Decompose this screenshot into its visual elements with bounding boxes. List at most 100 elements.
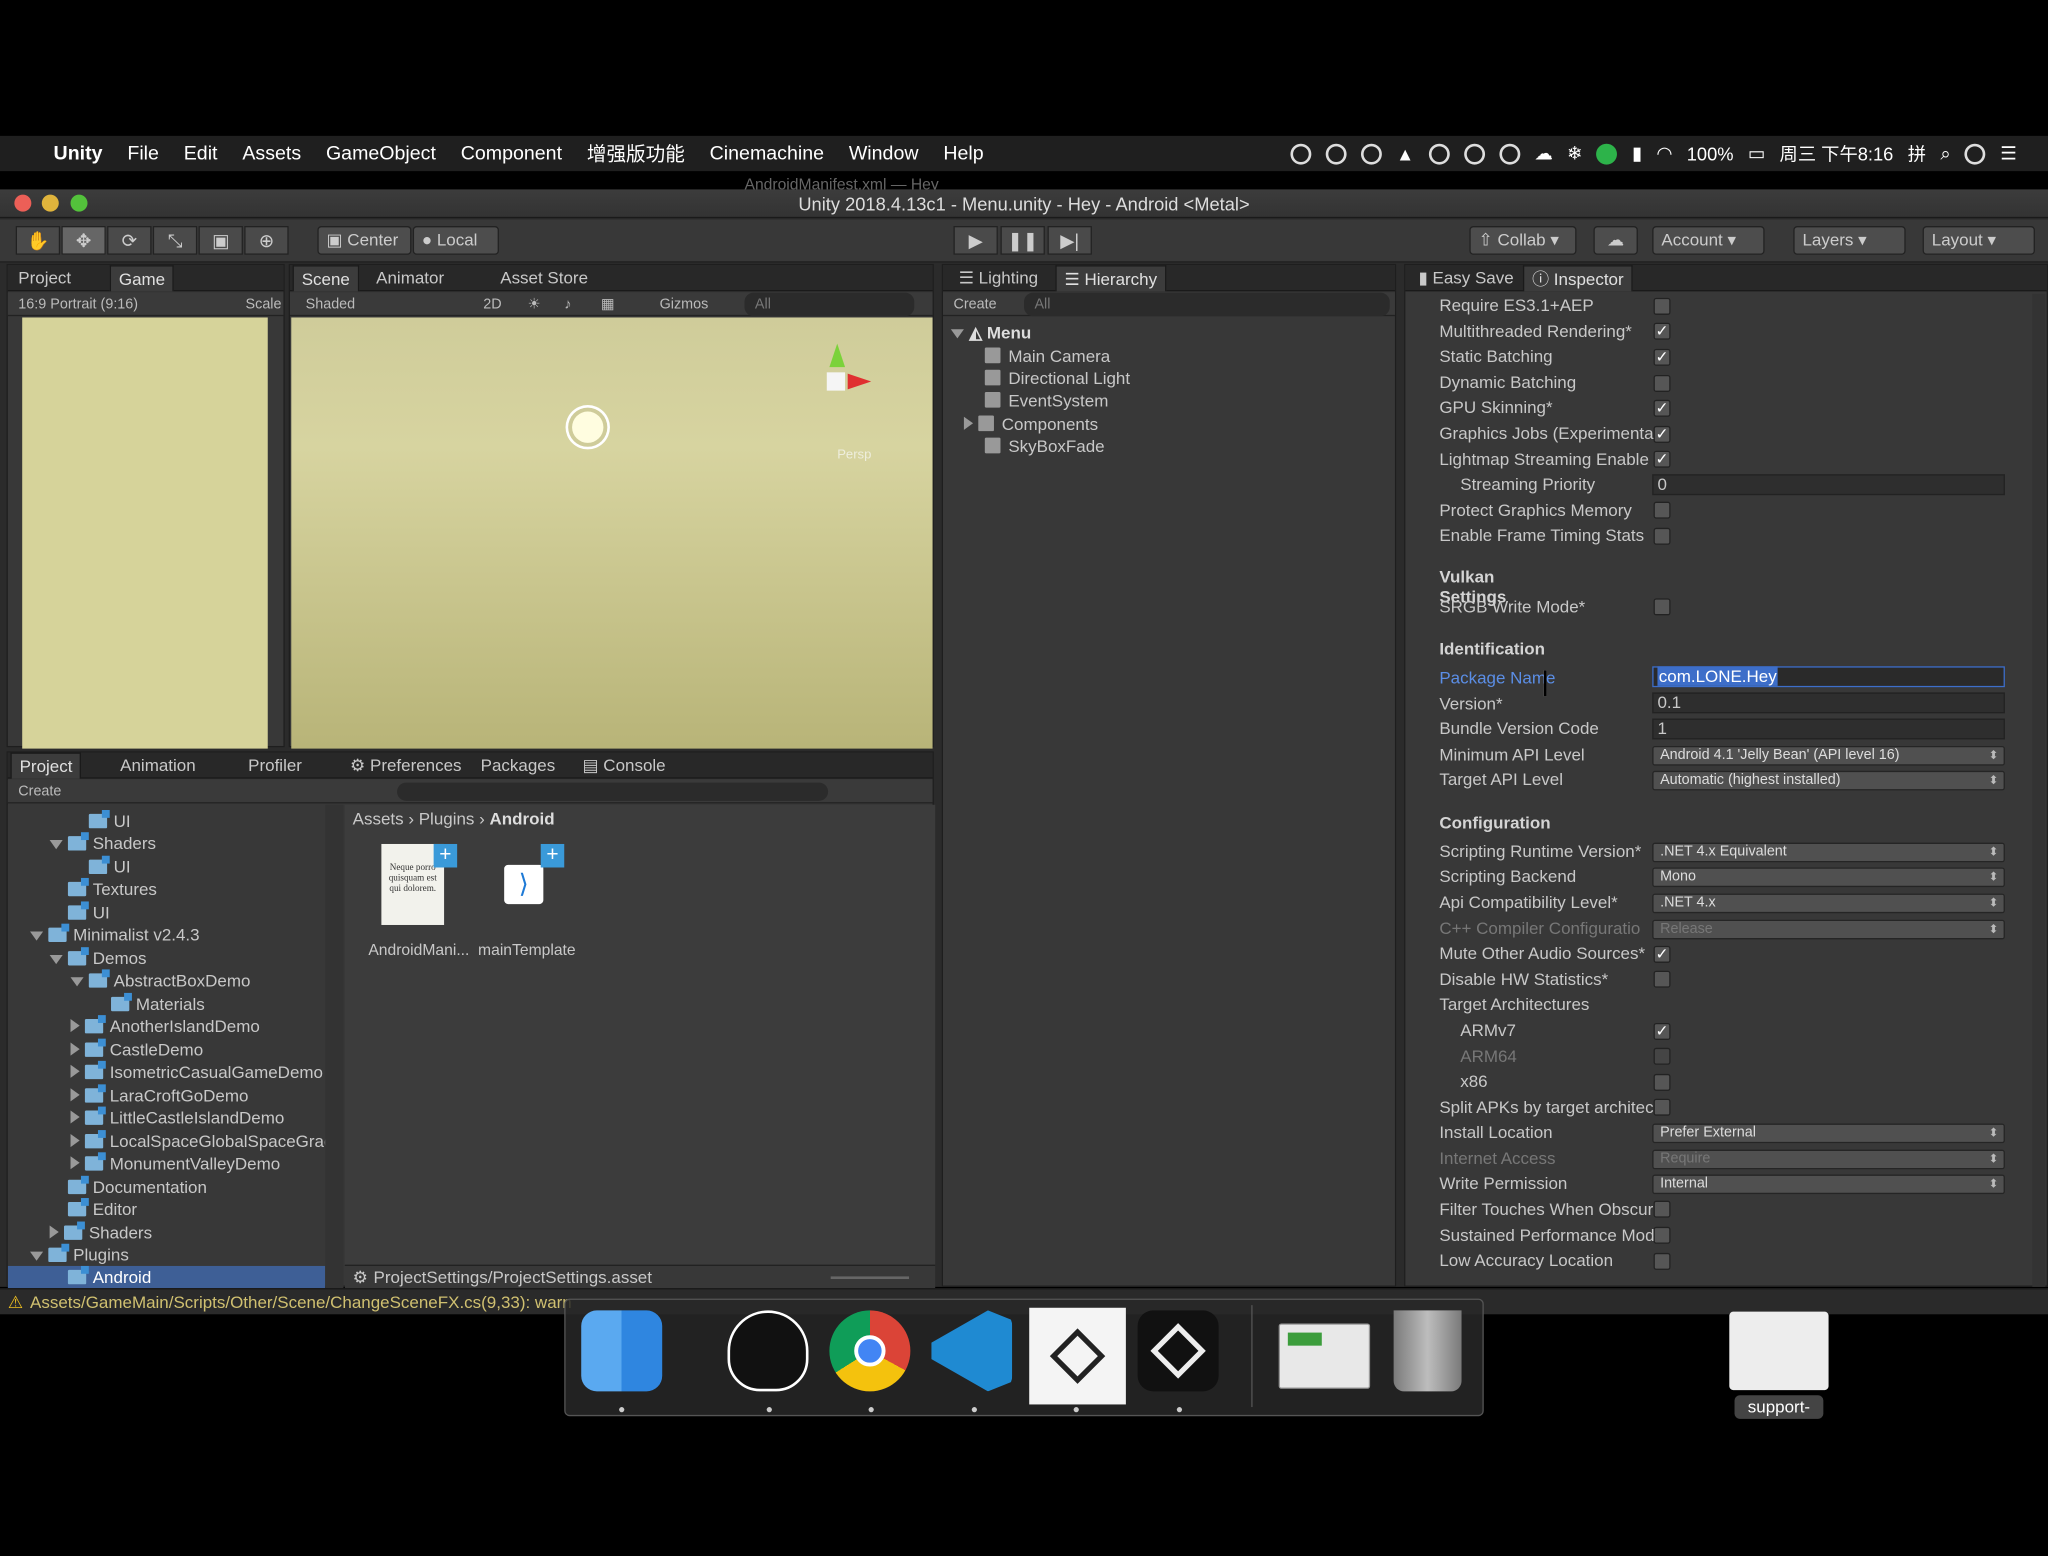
clock[interactable]: 周三 下午8:16	[1780, 140, 1894, 166]
lighting-toggle-icon[interactable]: ☀	[528, 293, 541, 317]
tree-item[interactable]: Plugins	[30, 1243, 129, 1266]
rect-tool-icon[interactable]: ▣	[198, 226, 243, 255]
project-create-dropdown[interactable]: Create	[18, 780, 61, 804]
checkbox-sustained-performance[interactable]	[1653, 1226, 1671, 1244]
tab-scene[interactable]: Scene	[292, 265, 360, 292]
tree-scrollbar[interactable]	[325, 804, 344, 1289]
checkbox-split-apks[interactable]	[1653, 1098, 1671, 1116]
notification-center-icon[interactable]: ☰	[2000, 142, 2016, 164]
api-compat-dropdown[interactable]: .NET 4.x	[1652, 893, 2005, 914]
tree-item[interactable]: AnotherIslandDemo	[70, 1015, 260, 1037]
checkbox-require-es31[interactable]	[1653, 297, 1671, 315]
bundle-version-code-field[interactable]: 1	[1652, 718, 2005, 740]
tab-easy-save[interactable]: ▮ Easy Save	[1411, 265, 1522, 291]
tab-animator[interactable]: Animator	[368, 265, 452, 291]
file-label-maintemplate[interactable]: mainTemplate	[478, 941, 576, 959]
tree-item[interactable]: UI	[88, 855, 131, 878]
menu-enhanced[interactable]: 增强版功能	[587, 140, 685, 167]
b-icon[interactable]	[1499, 143, 1520, 164]
n-icon[interactable]	[1596, 143, 1618, 164]
audio-toggle-icon[interactable]: ♪	[564, 293, 571, 317]
tree-item[interactable]: UI	[88, 810, 131, 832]
cloud-button[interactable]: ☁	[1593, 226, 1638, 255]
expand-icon[interactable]	[70, 1156, 80, 1170]
tab-preferences[interactable]: ⚙ Preferences	[342, 753, 469, 779]
wifi-icon[interactable]: ◠	[1656, 142, 1672, 164]
pivot-local-button[interactable]: ● Local	[412, 226, 499, 255]
tree-item[interactable]: Textures	[67, 877, 157, 900]
breadcrumb-plugins[interactable]: Plugins	[419, 809, 475, 829]
checkbox-filter-touches[interactable]	[1653, 1200, 1671, 1218]
scripting-backend-dropdown[interactable]: Mono	[1652, 867, 2005, 888]
file-label-androidmanifest[interactable]: AndroidMani...	[368, 941, 469, 959]
expand-icon[interactable]	[963, 416, 974, 430]
send-icon[interactable]	[1325, 143, 1347, 164]
vscode-icon[interactable]	[931, 1310, 1013, 1392]
breadcrumb-android[interactable]: Android	[490, 809, 555, 829]
tab-game[interactable]: Game	[109, 265, 175, 292]
account-dropdown[interactable]: Account ▾	[1652, 226, 1765, 255]
expand-icon[interactable]	[70, 977, 84, 987]
close-button[interactable]	[14, 194, 32, 212]
minimize-button[interactable]	[41, 194, 59, 212]
install-location-dropdown[interactable]: Prefer External	[1652, 1123, 2005, 1144]
checkbox-x86[interactable]	[1653, 1073, 1671, 1091]
tree-item[interactable]: LaraCroftGoDemo	[70, 1084, 248, 1106]
tab-lighting[interactable]: ☰ Lighting	[951, 265, 1046, 291]
menu-window[interactable]: Window	[849, 142, 919, 164]
checkbox-multithreaded[interactable]: ✓	[1653, 322, 1671, 340]
hierarchy-item-eventsystem[interactable]: EventSystem	[984, 389, 1108, 411]
expand-icon[interactable]	[70, 1134, 80, 1148]
tree-item[interactable]: Shaders	[49, 1221, 152, 1244]
expand-icon[interactable]	[70, 1088, 80, 1102]
menu-assets[interactable]: Assets	[242, 142, 301, 164]
shading-dropdown[interactable]: Shaded	[306, 293, 356, 317]
status-icon[interactable]	[1463, 143, 1485, 164]
expand-icon[interactable]	[49, 840, 63, 850]
expand-icon[interactable]	[49, 955, 63, 965]
input-method-icon[interactable]: 拼	[1908, 140, 1926, 166]
hierarchy-item-main-camera[interactable]: Main Camera	[984, 345, 1110, 367]
qq-icon[interactable]	[727, 1310, 809, 1392]
menu-edit[interactable]: Edit	[184, 142, 218, 164]
expand-icon[interactable]	[70, 1019, 80, 1033]
vscode-file-icon[interactable]: ⟩	[504, 864, 544, 905]
expand-icon[interactable]	[950, 329, 964, 339]
checkbox-protect-graphics-memory[interactable]	[1653, 501, 1671, 519]
breadcrumb-assets[interactable]: Assets	[353, 809, 404, 829]
scripting-runtime-dropdown[interactable]: .NET 4.x Equivalent	[1652, 842, 2005, 863]
checkbox-disable-hw-stats[interactable]	[1653, 970, 1671, 988]
persp-label[interactable]: Persp	[837, 448, 871, 462]
checkbox-dynamic-batching[interactable]	[1653, 374, 1671, 392]
icon-size-slider[interactable]	[830, 1276, 910, 1280]
target-api-dropdown[interactable]: Automatic (highest installed)	[1652, 770, 2005, 791]
pivot-center-button[interactable]: ▣ Center	[317, 226, 412, 255]
search-icon[interactable]: ⌕	[1940, 142, 1950, 164]
hierarchy-item-components[interactable]: Components	[963, 413, 1098, 435]
screenshot-icon[interactable]	[1278, 1323, 1371, 1389]
chrome-icon[interactable]	[829, 1310, 911, 1392]
step-icon[interactable]: ▶|	[1047, 226, 1092, 255]
checkbox-gpu-skinning[interactable]: ✓	[1653, 399, 1671, 417]
rotate-tool-icon[interactable]: ⟳	[107, 226, 152, 255]
project-search-input[interactable]	[397, 782, 829, 801]
tree-item[interactable]: Documentation	[67, 1175, 207, 1198]
hierarchy-item-directional-light[interactable]: Directional Light	[984, 367, 1130, 389]
hierarchy-search-input[interactable]: All	[1023, 292, 1390, 317]
snowflake-icon[interactable]: ❄	[1567, 142, 1582, 164]
status-message[interactable]: Assets/GameMain/Scripts/Other/Scene/Chan…	[30, 1292, 572, 1312]
expand-icon[interactable]	[30, 1251, 44, 1261]
menu-file[interactable]: File	[127, 142, 159, 164]
gizmos-dropdown[interactable]: Gizmos	[660, 293, 709, 317]
layout-dropdown[interactable]: Layout ▾	[1922, 226, 2035, 255]
hierarchy-create-dropdown[interactable]: Create	[953, 293, 996, 317]
zoom-button[interactable]	[70, 194, 88, 212]
nfs-icon[interactable]	[1428, 143, 1450, 164]
battery-icon[interactable]: ▭	[1748, 142, 1765, 164]
tab-animation[interactable]: Animation	[112, 753, 203, 779]
write-permission-dropdown[interactable]: Internal	[1652, 1174, 2005, 1195]
tree-item[interactable]: Demos	[49, 947, 147, 969]
expand-icon[interactable]	[49, 1225, 59, 1239]
scale-label[interactable]: Scale	[246, 293, 282, 317]
gizmo-y-icon[interactable]	[829, 343, 846, 368]
